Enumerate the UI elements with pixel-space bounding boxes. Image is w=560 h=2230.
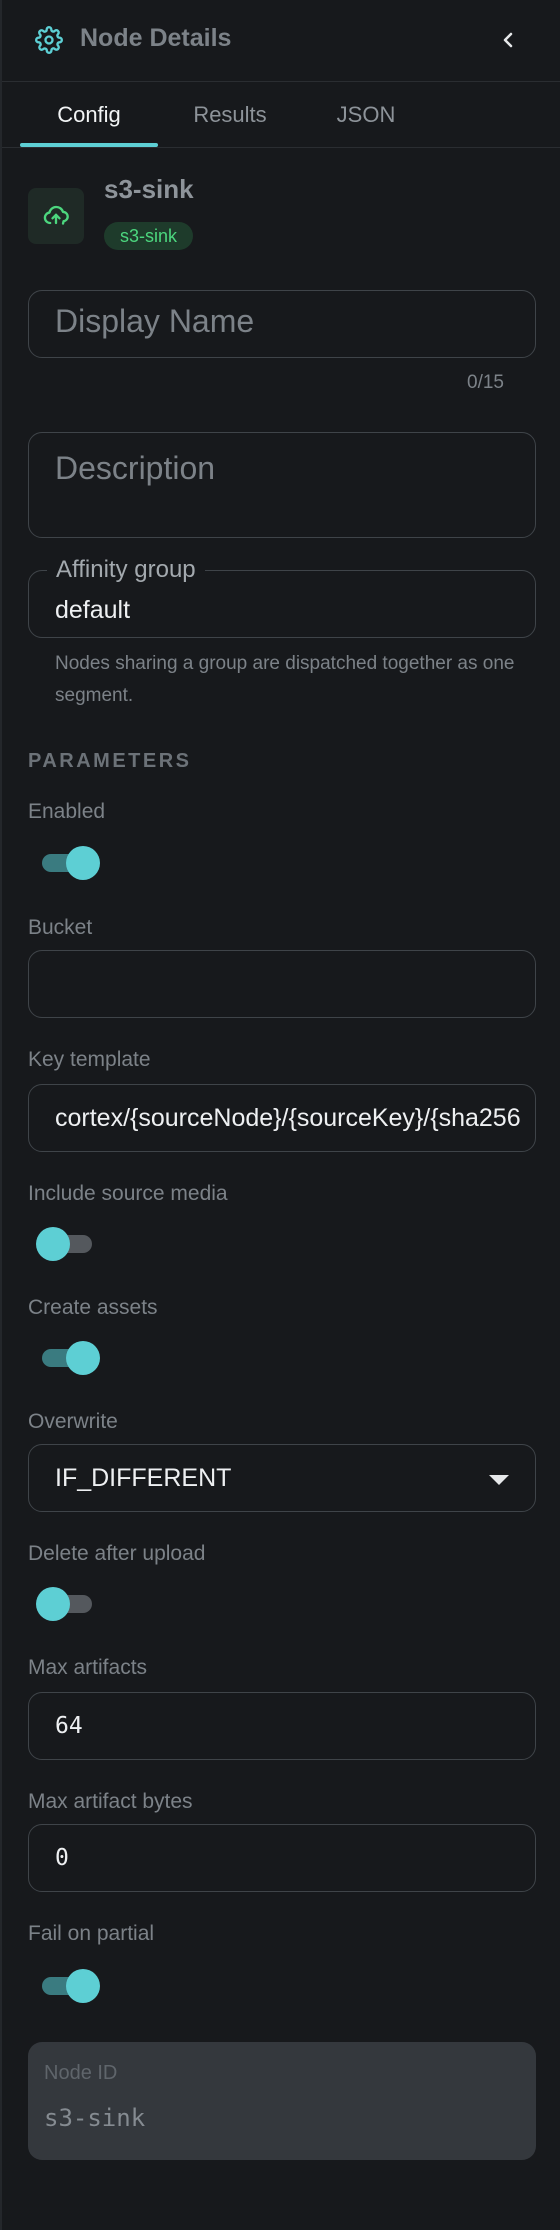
node-type-badge: s3-sink [104,222,194,250]
delete-after-upload-label: Delete after upload [28,1542,206,1565]
panel-title: Node Details [80,24,232,52]
panel-header: Node Details [2,0,560,82]
affinity-group-helper: Nodes sharing a group are dispatched tog… [55,653,515,706]
tab-bar: Config Results JSON [2,82,560,148]
delete-after-upload-toggle[interactable] [36,1584,100,1624]
display-name-field [28,290,536,358]
create-assets-toggle[interactable] [36,1338,100,1378]
chevron-left-icon[interactable] [492,24,524,56]
include-source-media-toggle[interactable] [36,1224,100,1264]
node-id-label: Node ID [44,2062,118,2084]
tab-json[interactable]: JSON [320,82,412,148]
overwrite-select[interactable] [28,1444,536,1512]
create-assets-label: Create assets [28,1296,158,1319]
node-id-field: Node ID s3-sink [28,2042,536,2160]
key-template-input[interactable] [55,1085,521,1151]
enabled-toggle[interactable] [36,843,100,883]
active-tab-indicator [20,143,158,147]
toggle-knob [36,1227,70,1261]
display-name-input[interactable] [55,291,521,357]
node-id-value: s3-sink [44,2104,146,2132]
max-artifact-bytes-input[interactable] [55,1825,521,1891]
max-artifacts-label: Max artifacts [28,1656,148,1679]
key-template-field [28,1084,536,1152]
bucket-input[interactable] [55,951,521,1017]
toggle-knob [66,846,100,880]
gear-icon [35,26,63,54]
node-details-panel: Node Details Config Results JSON s3-sink… [0,0,560,2230]
fail-on-partial-toggle[interactable] [36,1966,100,2006]
affinity-group-input[interactable] [55,577,521,643]
toggle-knob [66,1969,100,2003]
overwrite-label: Overwrite [28,1410,118,1433]
toggle-knob [36,1587,70,1621]
node-icon-tile [28,188,84,244]
max-artifact-bytes-field [28,1824,536,1892]
toggle-knob [66,1341,100,1375]
max-artifacts-field [28,1692,536,1760]
key-template-label: Key template [28,1048,151,1071]
max-artifacts-input[interactable] [55,1693,521,1759]
caret-down-icon [489,1475,509,1485]
bucket-field [28,950,536,1018]
parameters-heading: PARAMETERS [28,750,192,772]
max-artifact-bytes-label: Max artifact bytes [28,1790,193,1813]
overwrite-selected-value[interactable] [55,1445,475,1511]
include-source-media-label: Include source media [28,1182,228,1205]
enabled-label: Enabled [28,800,106,823]
tab-results[interactable]: Results [178,82,282,148]
node-name: s3-sink [104,174,194,204]
cloud-upload-icon [43,205,69,225]
display-name-counter: 0/15 [467,372,504,393]
fail-on-partial-label: Fail on partial [28,1922,155,1945]
bucket-label: Bucket [28,916,93,939]
description-input[interactable] [55,451,521,531]
affinity-group-field: Affinity group [28,556,536,643]
description-field [28,432,536,538]
tab-config[interactable]: Config [20,82,158,148]
